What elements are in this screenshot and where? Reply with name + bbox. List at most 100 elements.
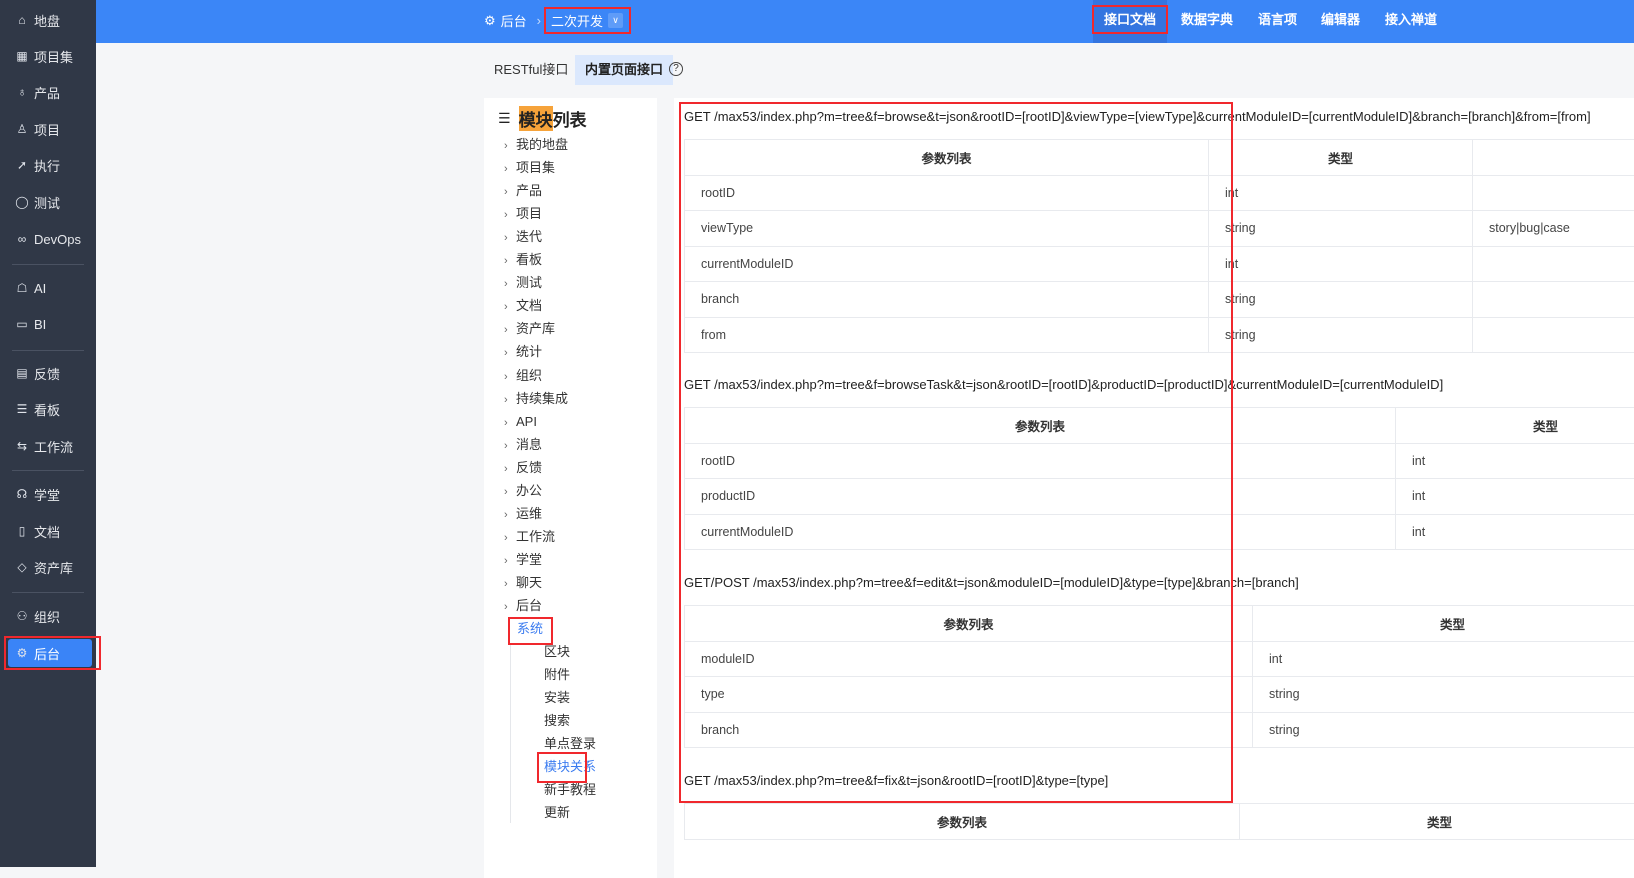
sidebar-item-12[interactable]: ☊学堂 — [8, 480, 92, 508]
chevron-right-icon: › — [504, 505, 516, 525]
tree-item[interactable]: ›看板 — [504, 250, 542, 270]
tree-item[interactable]: ›资产库 — [504, 319, 555, 339]
sidebar-item-15[interactable]: ⚇组织 — [8, 602, 92, 630]
tree-item[interactable]: ›后台 — [504, 596, 542, 616]
top-nav-item[interactable]: 语言项 — [1247, 0, 1308, 43]
tree-child-item[interactable]: 更新 — [544, 803, 570, 823]
top-nav-item[interactable]: 数据字典 — [1170, 0, 1244, 43]
tree-child-item[interactable]: 搜索 — [544, 711, 570, 731]
chevron-right-icon: › — [504, 274, 516, 294]
sidebar-item-3[interactable]: ♙项目 — [8, 115, 92, 143]
sidebar-item-label: 学堂 — [34, 485, 60, 504]
tree-item[interactable]: ›项目集 — [504, 158, 555, 178]
sidebar-item-14[interactable]: ◇资产库 — [8, 553, 92, 581]
chevron-right-icon: › — [504, 159, 516, 179]
tree-item[interactable]: ›统计 — [504, 342, 542, 362]
tree-item-label: 统计 — [516, 344, 542, 359]
column-header: 参数列表 — [685, 408, 1396, 444]
api-signature: GET/POST /max53/index.php?m=tree&f=edit&… — [684, 575, 1299, 590]
search-bug-icon: ◯ — [14, 194, 30, 210]
tab-builtin-page-api[interactable]: 内置页面接口 — [575, 55, 673, 85]
tree-item[interactable]: ›运维 — [504, 504, 542, 524]
tree-item[interactable]: ›产品 — [504, 181, 542, 201]
chevron-right-icon: › — [504, 413, 516, 433]
tree-item[interactable]: ›组织 — [504, 366, 542, 386]
table-cell: int — [1253, 641, 1634, 677]
rocket-icon: ♙ — [14, 121, 30, 137]
school-icon: ☊ — [14, 486, 30, 502]
table-cell — [1473, 317, 1634, 353]
sidebar-item-7[interactable]: ☖ AI — [8, 274, 92, 302]
tree-item[interactable]: ›工作流 — [504, 527, 555, 547]
tree-item[interactable]: ›迭代 — [504, 227, 542, 247]
tree-child-item[interactable]: 单点登录 — [544, 734, 596, 754]
tab-restful[interactable]: RESTful接口 — [484, 55, 578, 85]
top-nav-item[interactable]: 编辑器 — [1310, 0, 1371, 43]
tree-item[interactable]: ›聊天 — [504, 573, 542, 593]
tree-item-expanded[interactable]: 系统 — [517, 619, 543, 639]
tree-item[interactable]: ›项目 — [504, 204, 542, 224]
tree-child-item[interactable]: 附件 — [544, 665, 570, 685]
tree-child-item[interactable]: 新手教程 — [544, 780, 596, 800]
chevron-right-icon: › — [504, 297, 516, 317]
tree-item[interactable]: ›API — [504, 412, 537, 432]
tree-child-item[interactable]: 区块 — [544, 642, 570, 662]
tree-child-item[interactable]: 安装 — [544, 688, 570, 708]
tree-item-label: 工作流 — [516, 529, 555, 544]
top-nav-item[interactable]: 接入禅道 — [1374, 0, 1448, 43]
sidebar-item-5[interactable]: ◯测试 — [8, 188, 92, 216]
table-cell: type — [685, 677, 1253, 713]
chevron-right-icon: › — [504, 551, 516, 571]
top-nav-item[interactable]: 接口文档 — [1093, 0, 1167, 43]
sidebar-item-4[interactable]: ➚执行 — [8, 151, 92, 179]
tree-item[interactable]: ›反馈 — [504, 458, 542, 478]
table-row: currentModuleIDint — [685, 514, 1634, 550]
table-row: rootIDint — [685, 443, 1634, 479]
tree-item-label: 学堂 — [516, 552, 542, 567]
sidebar-item-16[interactable]: ⚙后台 — [8, 639, 92, 667]
param-table: 参数列表类型 — [684, 803, 1634, 840]
sidebar-item-label: 后台 — [34, 644, 60, 663]
sidebar-item-9[interactable]: ▤反馈 — [8, 359, 92, 387]
table-header-row: 参数列表类型 — [685, 140, 1634, 176]
tree-item[interactable]: ›消息 — [504, 435, 542, 455]
sidebar-item-0[interactable]: ⌂地盘 — [8, 6, 92, 34]
column-header: 参数列表 — [685, 606, 1253, 642]
api-signature: GET /max53/index.php?m=tree&f=browse&t=j… — [684, 109, 1591, 124]
tree-item-label: 聊天 — [516, 575, 542, 590]
tree-item[interactable]: ›办公 — [504, 481, 542, 501]
chevron-right-icon: › — [504, 182, 516, 202]
sidebar-item-2[interactable]: ♁产品 — [8, 78, 92, 106]
tree-item[interactable]: ›我的地盘 — [504, 135, 568, 155]
tree-item[interactable]: ›测试 — [504, 273, 542, 293]
api-signature: GET /max53/index.php?m=tree&f=fix&t=json… — [684, 773, 1108, 788]
gear-icon: ⚙ — [14, 645, 30, 661]
column-header: 类型 — [1240, 804, 1634, 840]
chevron-down-icon: ∨ — [608, 13, 623, 28]
tree-item-label: 消息 — [516, 437, 542, 452]
sidebar-item-6[interactable]: ∞DevOps — [8, 225, 92, 253]
sidebar-item-label: 反馈 — [34, 364, 60, 383]
run-icon: ➚ — [14, 157, 30, 173]
diamond-icon: ◇ — [14, 559, 30, 575]
sidebar-item-10[interactable]: ☰看板 — [8, 395, 92, 423]
tree-item-label: 后台 — [516, 598, 542, 613]
breadcrumb-current-dropdown[interactable]: 二次开发∨ — [551, 11, 623, 30]
sidebar-item-1[interactable]: ▦项目集 — [8, 42, 92, 70]
chevron-right-icon: › — [504, 205, 516, 225]
help-icon[interactable]: ? — [669, 62, 683, 76]
tree-item[interactable]: ›学堂 — [504, 550, 542, 570]
table-cell: branch — [685, 712, 1253, 748]
infinity-icon: ∞ — [14, 231, 30, 247]
sidebar-item-8[interactable]: ▭BI — [8, 310, 92, 338]
tree-item[interactable]: ›文档 — [504, 296, 542, 316]
sidebar-item-label: AI — [34, 281, 46, 296]
sidebar-item-11[interactable]: ⇆工作流 — [8, 432, 92, 460]
table-cell: string — [1253, 712, 1634, 748]
sidebar-item-13[interactable]: ▯文档 — [8, 517, 92, 545]
breadcrumb-admin[interactable]: ⚙后台› — [484, 11, 541, 30]
tree-item[interactable]: ›持续集成 — [504, 389, 568, 409]
table-row: productIDint — [685, 479, 1634, 515]
robot-icon: ☖ — [14, 280, 30, 296]
tree-child-item[interactable]: 模块关系 — [544, 757, 596, 777]
